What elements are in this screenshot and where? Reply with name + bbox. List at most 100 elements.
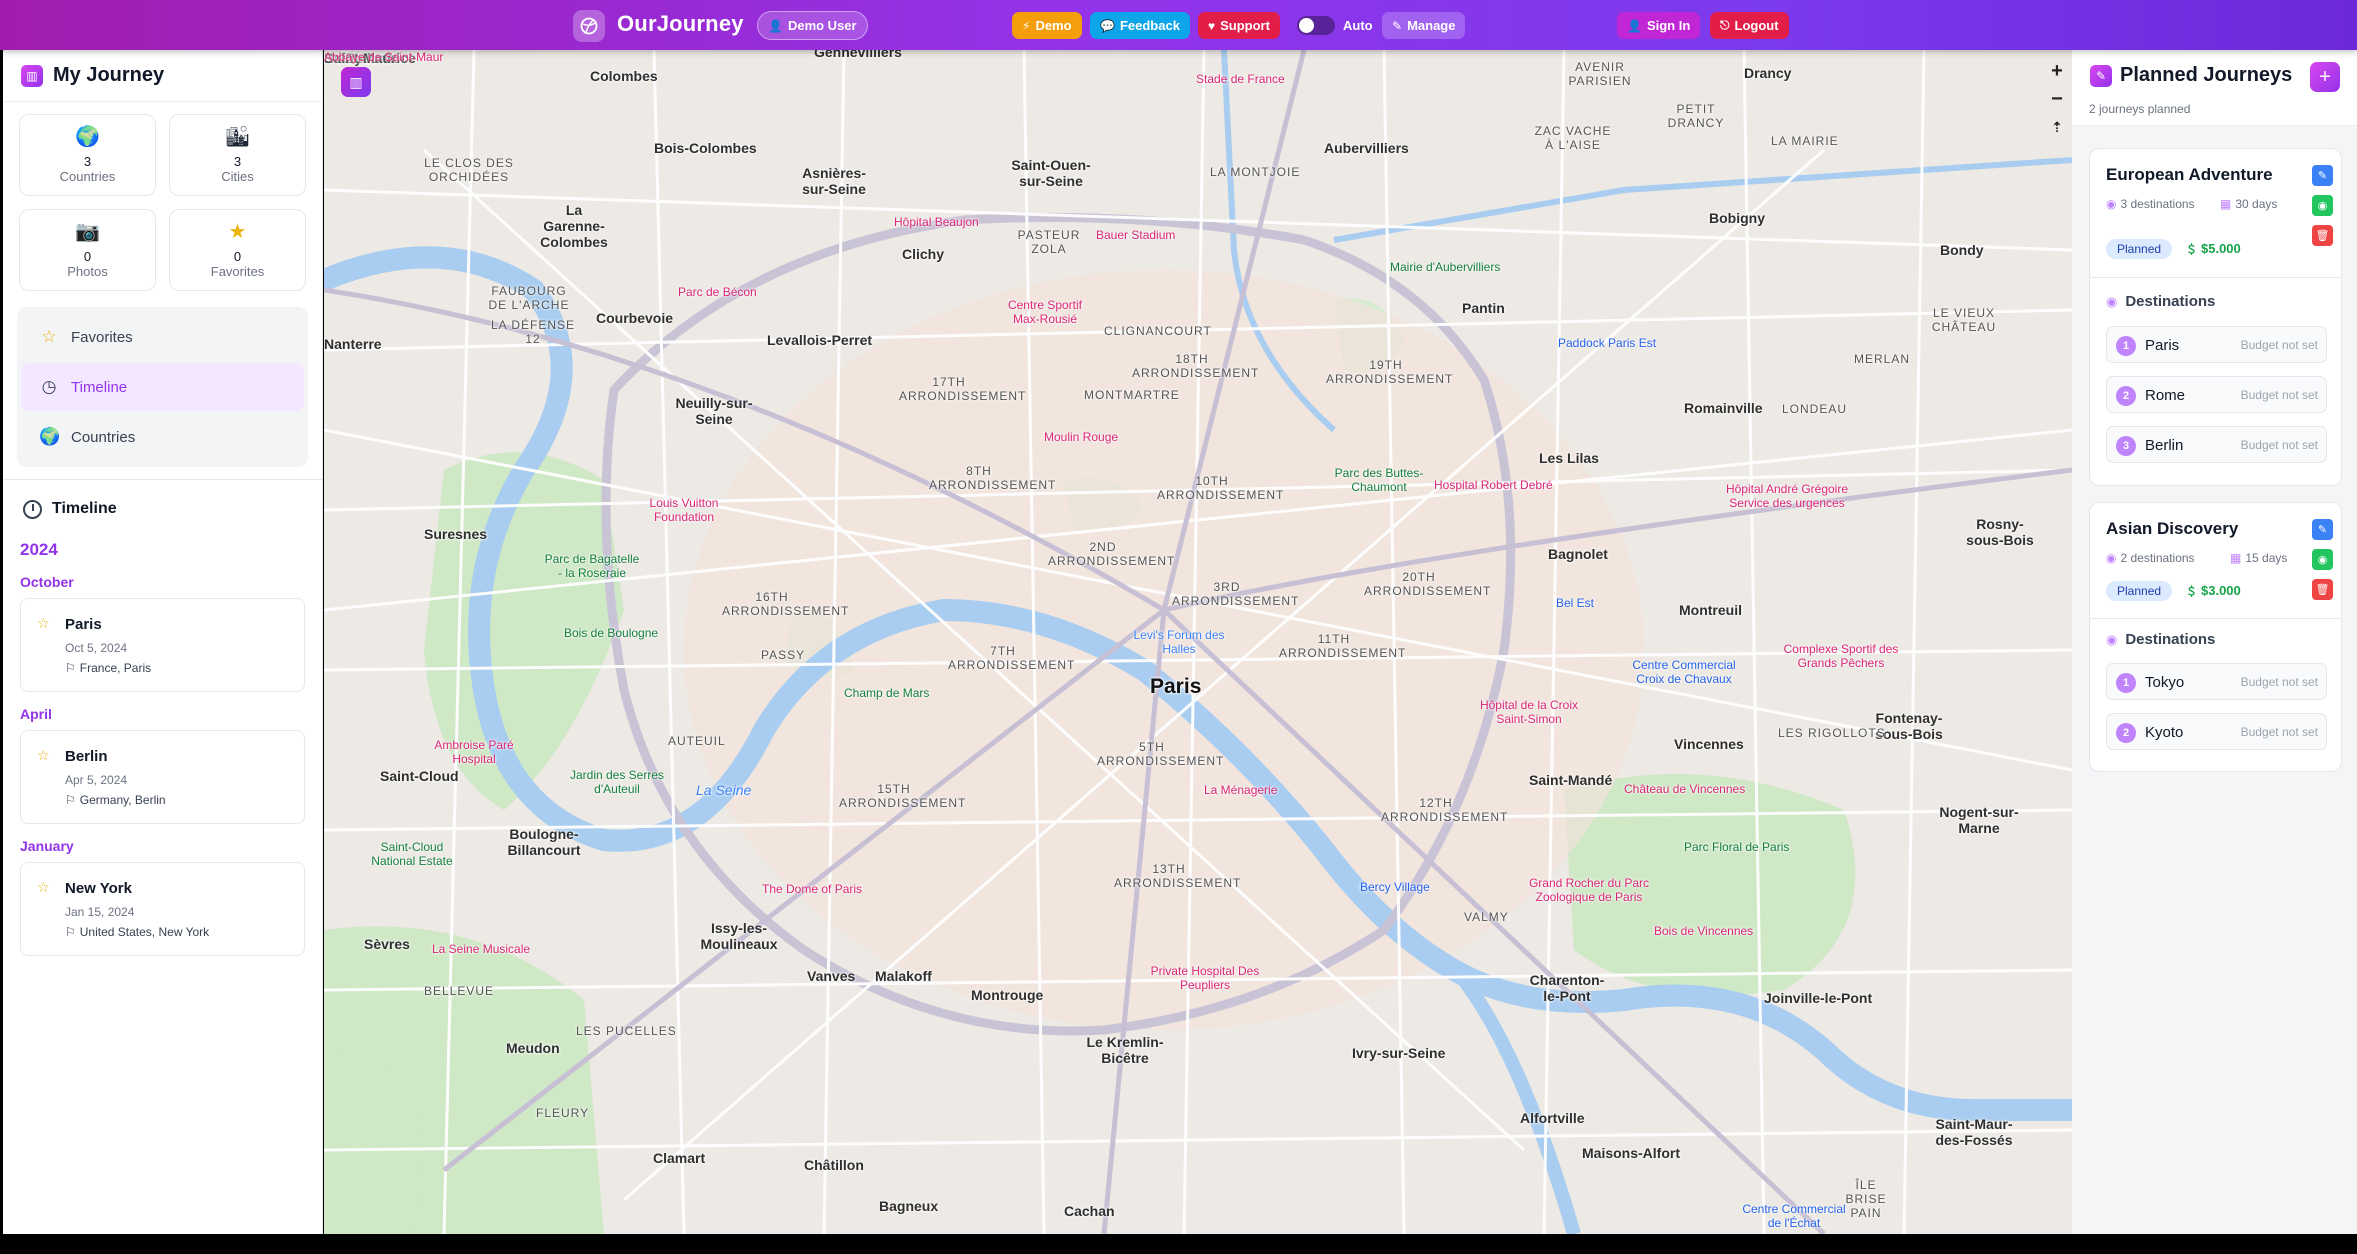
map-place-label: Pantin [1462,300,1505,316]
nav-countries[interactable]: 🌍 Countries [21,413,304,461]
demo-button[interactable]: ⚡ Demo [1012,12,1082,39]
destination-item[interactable]: 3 Berlin Budget not set [2106,426,2327,463]
map-poi-abbey[interactable]: Abbaye de Saint-Maur [324,50,443,64]
map-park-label[interactable]: Parc Floral de Paris [1684,840,1789,854]
map-poi-mall[interactable]: Levi's Forum des Halles [1124,628,1234,656]
destination-item[interactable]: 1 Tokyo Budget not set [2106,663,2327,700]
destination-item[interactable]: 2 Rome Budget not set [2106,376,2327,413]
logout-icon: ⎋ [1720,18,1730,32]
map-quartier-label: PASSY [761,648,806,662]
nav-favorites[interactable]: ☆ Favorites [21,313,304,361]
map-poi-zoo[interactable]: Grand Rocher du Parc Zoologique de Paris [1519,876,1659,904]
stat-photos[interactable]: 📷 0 Photos [19,209,156,291]
favorite-star-icon[interactable]: ☆ [37,615,50,632]
map-place-label: Saint-Cloud [380,768,459,784]
map-poi-park[interactable]: Bois de Vincennes [1654,924,1753,938]
map-district-label: 19TH ARRONDISSEMENT [1326,358,1454,386]
map-poi-stadium[interactable]: Bauer Stadium [1096,228,1175,242]
stat-favorites[interactable]: ★ 0 Favorites [169,209,306,291]
timeline-trip-card[interactable]: ☆ Berlin Apr 5, 2024 ⚐ Germany, Berlin [20,730,305,824]
map-quartier-label: MERLAN [1854,352,1911,366]
map-poi-sports[interactable]: Complexe Sportif des Grands Pêchers [1776,642,1906,670]
map-transit-label[interactable]: Bel Est [1556,596,1594,610]
map-park-label[interactable]: Mairie d'Aubervilliers [1390,260,1500,274]
map-layers-button[interactable]: ▥ [341,67,371,97]
edit-journey-icon[interactable]: ✎ [2312,165,2333,186]
map-park-label[interactable]: Bois de Boulogne [564,626,658,640]
map-place-label: Drancy [1744,65,1792,81]
support-label: Support [1220,18,1270,33]
zoom-out-button[interactable]: − [2046,88,2068,110]
logout-button[interactable]: ⎋ Logout [1710,12,1789,39]
map-park-label[interactable]: Champ de Mars [844,686,929,700]
map-park-label[interactable]: Parc des Buttes-Chaumont [1329,466,1429,494]
map-transit-label[interactable]: Centre Commercial Croix de Chavaux [1624,658,1744,686]
map-place-label: Alfortville [1520,1110,1585,1126]
map-poi-hospital[interactable]: Hôpital André Grégoire Service des urgen… [1722,482,1852,510]
map-place-label: Rosny-sous-Bois [1966,516,2034,548]
map-poi-hospital[interactable]: Ambroise Paré Hospital [424,738,524,766]
edit-journey-icon[interactable]: ✎ [2312,519,2333,540]
map-place-label: Issy-les-Moulineaux [700,920,778,952]
map-district-label: 15TH ARRONDISSEMENT [839,782,967,810]
auto-theme-toggle[interactable] [1297,16,1335,35]
map-poi-hospital[interactable]: Hôpital de la Croix Saint-Simon [1474,698,1584,726]
map-poi-landmark[interactable]: The Dome of Paris [762,882,862,896]
nav-timeline[interactable]: ◷ Timeline [21,363,304,411]
globe-icon: 🌍 [75,126,100,148]
map-poi-zoo[interactable]: La Ménagerie [1204,783,1277,797]
destination-item[interactable]: 1 Paris Budget not set [2106,326,2327,363]
delete-journey-icon[interactable]: 🗑 [2312,579,2333,600]
destination-budget: Budget not set [2240,338,2318,352]
panel-subtitle: 2 journeys planned [2089,102,2191,116]
sign-in-button[interactable]: 👤 Sign In [1617,12,1701,39]
edit-icon: ✎ [1392,18,1403,33]
manage-button[interactable]: ✎ Manage [1382,12,1466,39]
timeline-trip-card[interactable]: ☆ New York Jan 15, 2024 ⚐ United States, … [20,862,305,956]
favorite-star-icon[interactable]: ☆ [37,879,50,896]
map-place-label: Vincennes [1674,736,1744,752]
app-name[interactable]: OurJourney [617,11,744,37]
map-poi-museum[interactable]: Louis Vuitton Foundation [634,496,734,524]
map-transit-label[interactable]: Paddock Paris Est [1558,336,1656,350]
map-park-label[interactable]: Parc de Bagatelle - la Roseraie [542,552,642,580]
stat-cities[interactable]: 🏙 3 Cities [169,114,306,196]
map-transit-label[interactable]: Bercy Village [1360,880,1430,894]
favorite-star-icon[interactable]: ☆ [37,747,50,764]
map-place-label: Gennevilliers [814,50,902,60]
compass-button[interactable]: ⇡ [2046,116,2068,138]
map-poi-park[interactable]: Parc de Bécon [678,285,757,299]
map-park-label[interactable]: Saint-Cloud National Estate [362,840,462,868]
map-poi-landmark[interactable]: Moulin Rouge [1044,430,1118,444]
map-poi-hospital[interactable]: Hôpital Beaujon [894,215,979,229]
stat-value: 3 [233,154,242,169]
journey-card[interactable]: European Adventure ◉ 3 destinations ▦ 30 d… [2089,148,2342,486]
zoom-in-button[interactable]: + [2046,60,2068,82]
journey-card[interactable]: Asian Discovery ◉ 2 destinations ▦ 15 days… [2089,502,2342,772]
map-poi-hospital[interactable]: Private Hospital Des Peupliers [1150,964,1260,992]
delete-journey-icon[interactable]: 🗑 [2312,225,2333,246]
map-poi-stadium[interactable]: Stade de France [1196,72,1285,86]
timeline-month: October [20,574,74,590]
view-journey-icon[interactable]: ◉ [2312,549,2333,570]
user-menu-button[interactable]: 👤 Demo User [757,11,868,40]
app-logo-icon[interactable] [573,10,605,42]
view-journey-icon[interactable]: ◉ [2312,195,2333,216]
flag-icon: ⚐ [65,925,76,939]
map-poi-sports[interactable]: Centre Sportif Max-Rousié [1000,298,1090,326]
nav-label: Favorites [71,328,133,346]
feedback-button[interactable]: 💬 Feedback [1090,12,1190,39]
destination-item[interactable]: 2 Kyoto Budget not set [2106,713,2327,750]
stat-countries[interactable]: 🌍 3 Countries [19,114,156,196]
map-poi-castle[interactable]: Château de Vincennes [1624,782,1745,796]
map-park-label[interactable]: Jardin des Serres d'Auteuil [567,768,667,796]
map-poi-hospital[interactable]: Hospital Robert Debré [1434,478,1553,492]
map-place-label: Montrouge [971,987,1044,1003]
timeline-trip-card[interactable]: ☆ Paris Oct 5, 2024 ⚐ France, Paris [20,598,305,692]
add-journey-button[interactable]: + [2310,62,2340,92]
support-button[interactable]: ♥ Support [1198,12,1280,39]
map-poi-venue[interactable]: La Seine Musicale [432,942,530,956]
sign-in-label: Sign In [1646,18,1691,33]
map-view[interactable]: ▥ + − ⇡ Paris Bezons Colombes Gennevilli… [324,50,2072,1234]
budget-text: $3.000 [2201,583,2241,598]
